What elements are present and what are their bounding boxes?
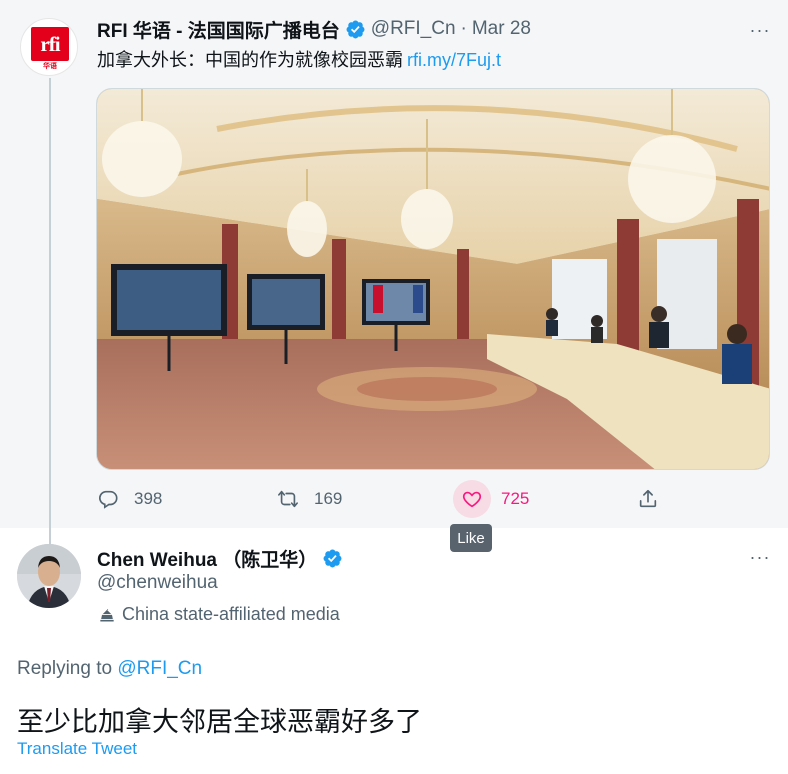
rfi-avatar[interactable]: rfi 华语 [20,18,78,76]
avatar-photo [17,544,81,608]
photo-icon [97,89,769,469]
reply-header: Chen Weihua （陈卫华） [97,544,348,572]
parent-display-name[interactable]: RFI 华语 - 法国国际广播电台 [97,16,340,43]
more-options-icon[interactable]: ··· [748,18,772,42]
chen-avatar[interactable] [17,544,81,608]
parent-date[interactable]: Mar 28 [472,18,531,40]
parent-tweet-body: 加拿大外长：中国的作为就像校园恶霸 [97,50,403,70]
reply-count: 398 [134,489,163,508]
affiliation-text: China state-affiliated media [122,603,340,624]
rfi-logo-subtitle: 华语 [43,63,57,70]
parent-tweet[interactable]: rfi 华语 RFI 华语 - 法国国际广播电台 @RFI_Cn · Mar 2… [0,0,788,548]
replying-to: Replying to @RFI_Cn [17,658,202,680]
verified-badge-icon [323,549,342,567]
state-media-icon [100,606,114,622]
parent-handle[interactable]: @RFI_Cn [371,18,456,40]
rfi-logo: rfi [31,27,69,61]
tweet-photo[interactable] [96,88,770,470]
like-count: 725 [501,489,530,508]
parent-tweet-header: RFI 华语 - 法国国际广播电台 @RFI_Cn · Mar 28 [97,16,531,42]
thread-connector [49,78,51,548]
separator-dot: · [460,18,467,39]
like-button[interactable]: 725 [453,480,529,518]
like-tooltip: Like [450,524,492,552]
share-button[interactable] [637,480,659,518]
share-icon [639,489,657,508]
reply-button[interactable]: 398 [97,480,162,518]
parent-tweet-text: 加拿大外长：中国的作为就像校园恶霸 rfi.my/7Fuj.t [97,46,501,72]
retweet-icon [278,490,298,508]
reply-display-name[interactable]: Chen Weihua （陈卫华） [97,545,317,572]
replying-to-link[interactable]: @RFI_Cn [117,658,202,679]
tweet-link[interactable]: rfi.my/7Fuj.t [407,50,501,70]
like-hover-bubble [453,480,491,518]
state-affiliated-label[interactable]: China state-affiliated media [97,602,340,626]
replying-label: Replying to [17,658,118,679]
retweet-count: 169 [314,489,343,508]
translate-tweet-link[interactable]: Translate Tweet [17,739,137,759]
verified-badge-icon [346,20,365,38]
more-options-icon[interactable]: ··· [748,545,772,569]
reply-tweet-text: 至少比加拿大邻居全球恶霸好多了 [17,707,422,737]
reply-handle[interactable]: @chenweihua [97,572,218,594]
retweet-button[interactable]: 169 [277,480,342,518]
tweet-actions: 398 169 725 [97,480,697,518]
reply-icon [99,490,118,509]
heart-icon [462,491,482,508]
